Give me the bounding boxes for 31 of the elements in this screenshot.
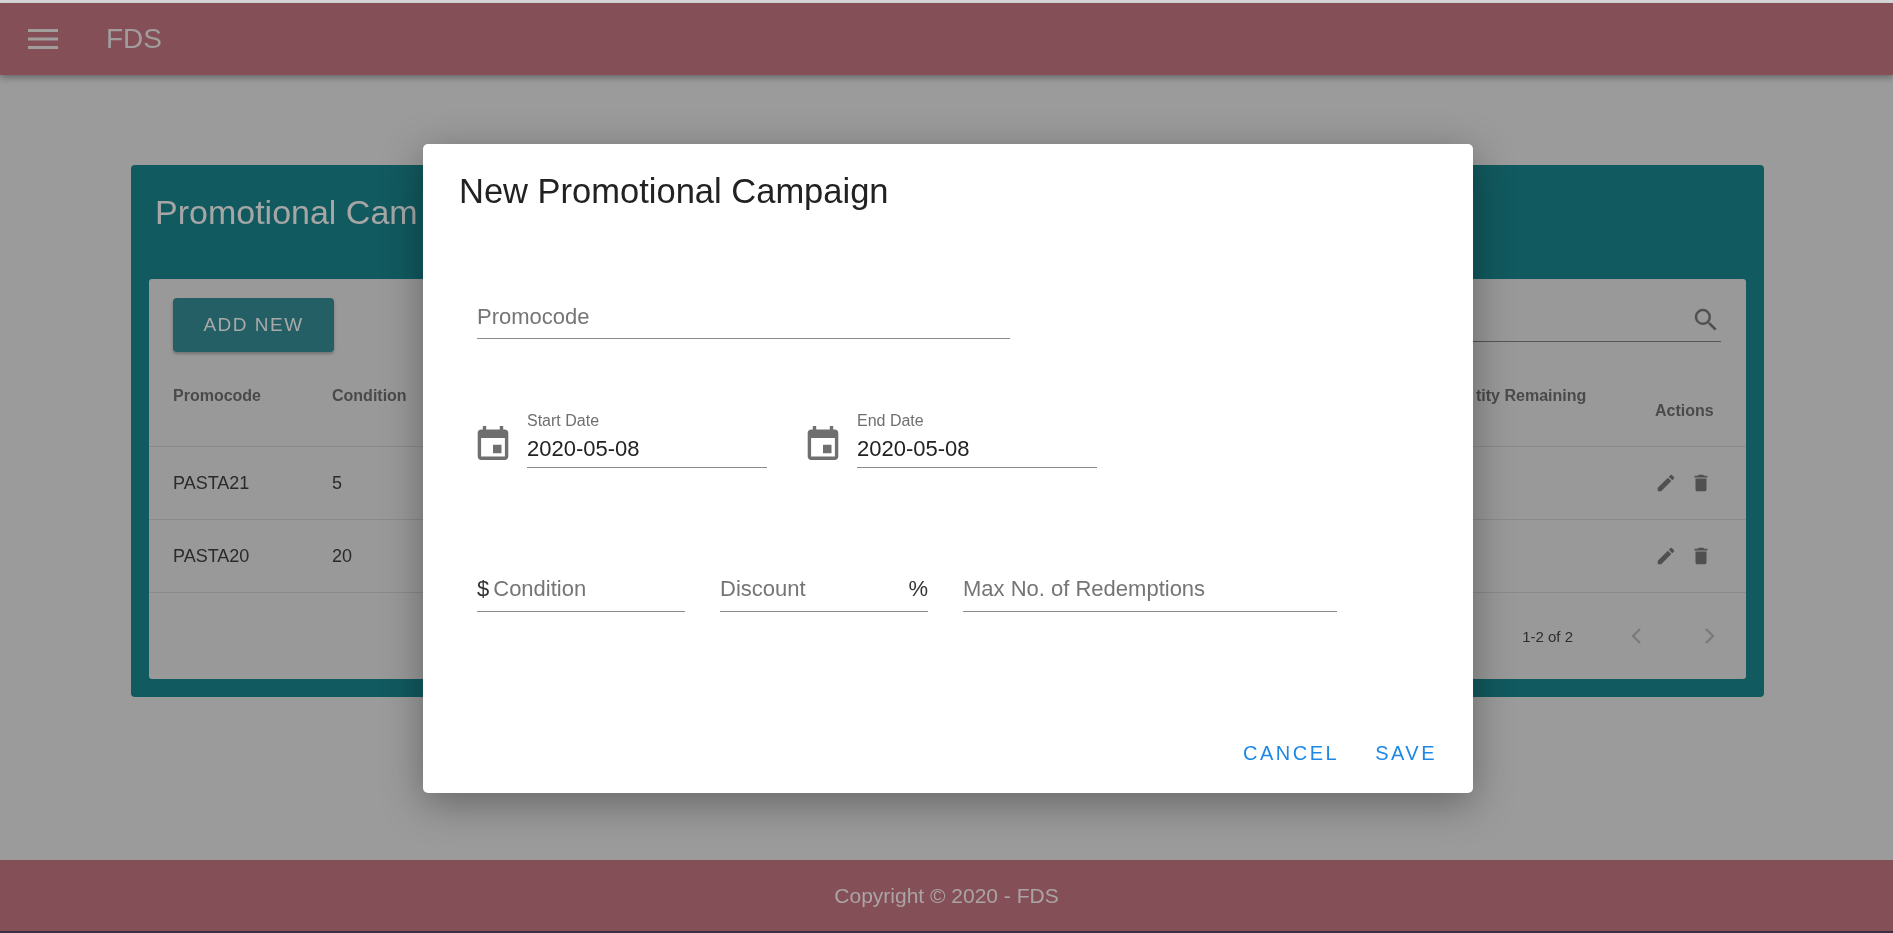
date-field[interactable]: 2020-05-08 xyxy=(857,436,1097,462)
add-new-button[interactable]: ADD NEW xyxy=(173,297,334,352)
table-cell-text: PASTA20 xyxy=(173,545,251,567)
table-cell-text: PASTA21 xyxy=(173,472,251,494)
pagination-count: 1-2 of 2 xyxy=(1522,627,1573,645)
dialog-title: New Promotional Campaign xyxy=(459,172,890,211)
discount-field[interactable]: Discount xyxy=(720,576,905,602)
table-cell-text: 20 xyxy=(332,545,354,567)
column-header: Condition xyxy=(332,386,407,406)
table-cell-text: 5 xyxy=(332,472,343,494)
field-label: Start Date xyxy=(527,412,601,430)
date-field[interactable]: 2020-05-08 xyxy=(527,436,767,462)
max-redemptions-field[interactable]: Max No. of Redemptions xyxy=(963,576,1337,602)
card-title: Promotional Cam xyxy=(155,192,418,232)
condition-field[interactable]: Condition xyxy=(493,576,685,602)
column-header: Promocode xyxy=(173,386,261,406)
calendar-icon[interactable] xyxy=(807,426,839,460)
menu-icon[interactable] xyxy=(28,28,58,50)
column-header: tity Remaining xyxy=(1476,386,1587,406)
field-label: End Date xyxy=(857,412,925,430)
currency-prefix: $ xyxy=(477,576,490,602)
edit-icon[interactable] xyxy=(1655,472,1677,494)
cancel-button[interactable]: CANCEL xyxy=(1231,734,1352,773)
promocode-field[interactable]: Promocode xyxy=(477,304,1010,339)
save-button[interactable]: SAVE xyxy=(1363,734,1449,773)
edit-icon[interactable] xyxy=(1655,545,1677,567)
calendar-icon[interactable] xyxy=(477,426,509,460)
copyright-text: Copyright © 2020 - FDS xyxy=(834,883,1059,908)
app-title: FDS xyxy=(106,23,162,55)
percent-suffix: % xyxy=(908,576,928,602)
column-header: Actions xyxy=(1655,401,1714,421)
